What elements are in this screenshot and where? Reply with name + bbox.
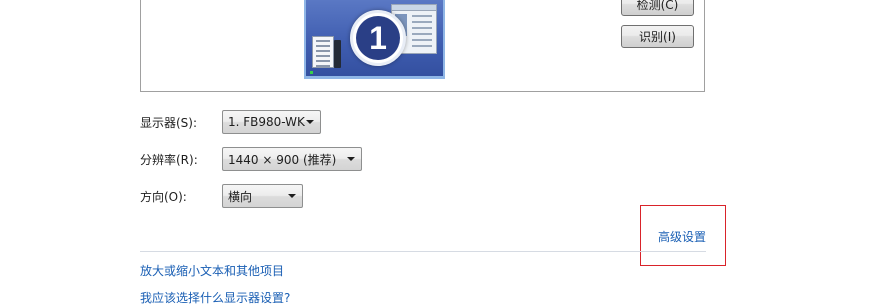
chevron-down-icon [306,120,314,124]
monitor-number-badge: 1 [350,10,406,66]
display-select-value: 1. FB980-WK [228,115,305,129]
monitor-1-thumbnail[interactable]: 1 [304,0,445,79]
display-label: 显示器(S): [140,116,198,130]
orientation-select-value: 横向 [228,189,253,204]
chevron-down-icon [347,157,355,161]
text-size-link[interactable]: 放大或缩小文本和其他项目 [140,262,284,279]
divider [140,251,706,252]
display-select[interactable]: 1. FB980-WK [222,110,321,134]
status-led-icon [310,71,313,74]
resolution-select[interactable]: 1440 × 900 (推荐) [222,147,362,171]
identify-button[interactable]: 识别(I) [621,25,694,48]
monitor-number: 1 [356,16,400,60]
orientation-select[interactable]: 横向 [222,184,303,208]
detect-button[interactable]: 检测(C) [621,0,694,16]
mini-device-icon [334,40,341,68]
which-settings-link[interactable]: 我应该选择什么显示器设置? [140,289,290,306]
chevron-down-icon [288,194,296,198]
resolution-select-value: 1440 × 900 (推荐) [228,152,337,167]
advanced-settings-link[interactable]: 高级设置 [658,228,706,245]
resolution-label: 分辨率(R): [140,153,198,167]
orientation-label: 方向(O): [140,190,187,204]
mini-document-icon [312,36,334,68]
